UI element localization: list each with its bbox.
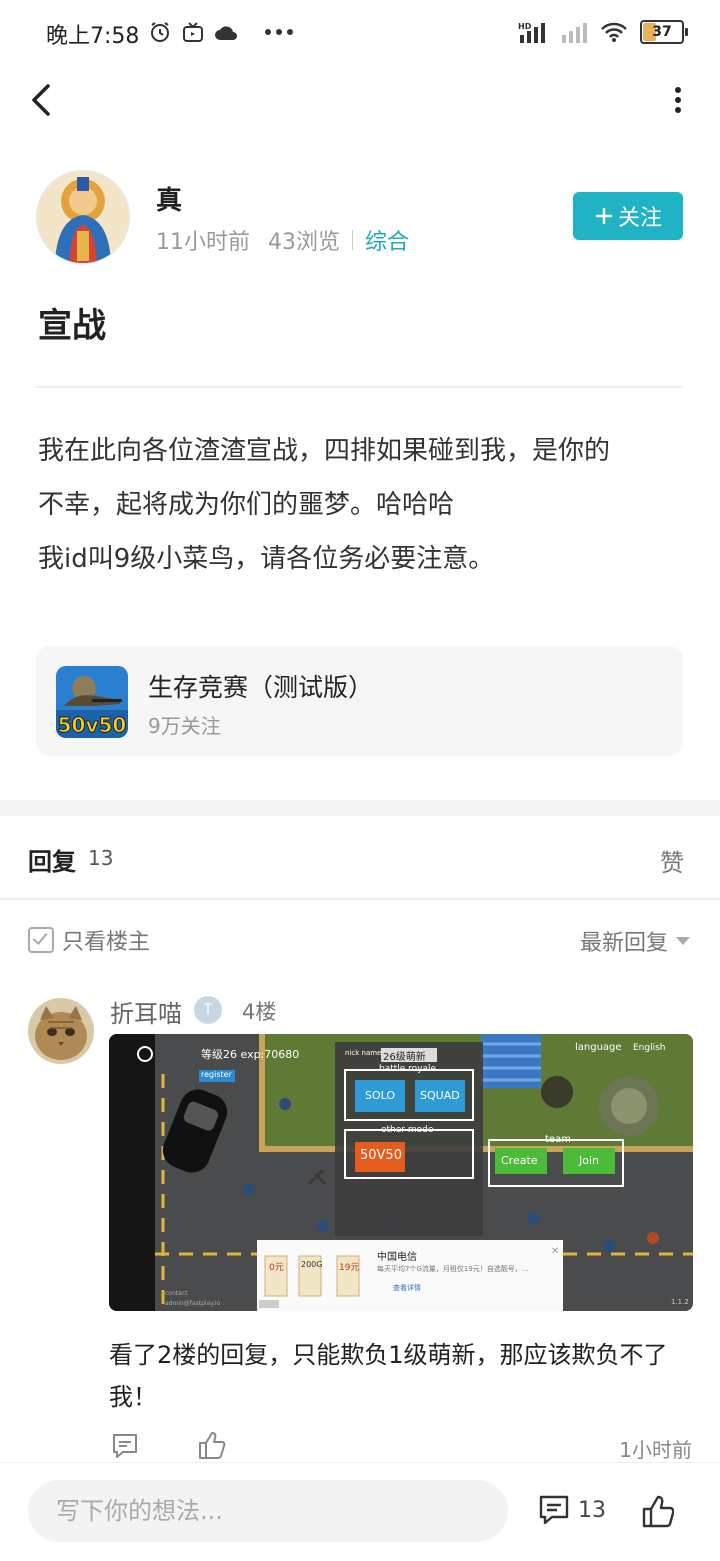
forum-icon: 50v50	[56, 666, 128, 738]
reply-text: 看了2楼的回复，只能欺负1级萌新，那应该欺负不了我！	[109, 1341, 668, 1411]
back-arrow-icon[interactable]	[24, 80, 60, 120]
reply-image[interactable]: 等级26 exp:70680 register nick name 26级萌新 …	[109, 1034, 693, 1311]
comments-button[interactable]: 13	[538, 1494, 606, 1526]
follow-label: 关注	[617, 206, 662, 231]
ad-card-2: 200G	[301, 1260, 323, 1269]
comment-input[interactable]: 写下你的想法...	[28, 1480, 508, 1542]
checkbox-icon[interactable]	[28, 927, 54, 953]
game-nick-label: nick name	[345, 1049, 382, 1057]
status-right: HD 37	[518, 20, 688, 44]
game-language: language	[575, 1042, 622, 1053]
divider	[36, 386, 683, 388]
post-body: 我在此向各位渣渣宣战，四排如果碰到我，是你的 不幸，起将成为你们的噩梦。哈哈哈 …	[38, 424, 688, 586]
game-nick-value: 26级萌新	[383, 1052, 426, 1063]
post-body-line: 不幸，起将成为你们的噩梦。哈哈哈	[38, 490, 455, 520]
post-time: 11小时前	[156, 230, 250, 255]
reply-like-icon[interactable]	[198, 1430, 226, 1460]
comments-count: 13	[578, 1497, 606, 1523]
dropdown-arrow-icon	[676, 937, 690, 945]
game-solo: SOLO	[365, 1089, 396, 1102]
comment-icon	[539, 1495, 569, 1525]
meta-separator	[352, 230, 353, 250]
ad-close-icon[interactable]: ✕	[551, 1246, 559, 1257]
more-vertical-icon[interactable]	[672, 84, 684, 116]
ad-link[interactable]: 查看详情	[393, 1283, 421, 1293]
game-team: team	[545, 1134, 571, 1145]
wifi-icon	[601, 22, 627, 42]
likes-tab[interactable]: 赞	[660, 843, 684, 878]
svg-text:HD: HD	[518, 22, 532, 31]
ad-card-3: 19元	[339, 1263, 360, 1273]
signal-hd-icon: HD	[518, 22, 545, 43]
forum-followers: 9万关注	[148, 714, 221, 738]
sort-dropdown[interactable]: 最新回复	[580, 925, 690, 957]
reply-avatar[interactable]	[28, 998, 94, 1064]
section-gap	[0, 800, 720, 816]
status-time: 晚上7:58	[46, 24, 140, 49]
reply-floor: 4楼	[242, 1000, 277, 1024]
divider	[0, 898, 720, 900]
battery-icon: 37	[640, 20, 688, 44]
game-level: 等级26 exp:70680	[201, 1048, 300, 1061]
only-op-filter[interactable]: 只看楼主	[28, 924, 150, 956]
game-battle-royale: battle royale	[379, 1064, 437, 1074]
reply-username[interactable]: 折耳喵	[110, 994, 182, 1029]
reply-comment-icon[interactable]	[111, 1432, 139, 1460]
game-join: Join	[579, 1154, 600, 1167]
game-version: 1.1.2	[671, 1298, 689, 1306]
tv-icon	[183, 22, 203, 42]
game-language-value: English	[633, 1043, 666, 1053]
game-50v50: 50V50	[360, 1148, 402, 1163]
ad-title: 中国电信	[377, 1252, 417, 1263]
more-dots-icon	[265, 29, 293, 35]
ad-card-1: 0元	[269, 1263, 284, 1273]
cloud-icon	[215, 26, 237, 40]
post-category[interactable]: 综合	[365, 224, 409, 256]
forum-name[interactable]: 生存竞赛（测试版）	[148, 668, 373, 704]
game-other-mode: other mode	[381, 1125, 434, 1135]
like-icon[interactable]	[642, 1494, 674, 1528]
post-title: 宣战	[38, 306, 106, 346]
post-body-line: 我在此向各位渣渣宣战，四排如果碰到我，是你的	[38, 436, 611, 466]
post-body-line: 我id叫9级小菜鸟，请各位务必要注意。	[38, 544, 495, 574]
follow-button[interactable]: 关注	[573, 192, 683, 240]
replies-count: 13	[88, 846, 114, 870]
author-name[interactable]: 真	[156, 180, 182, 217]
reply-time: 1小时前	[619, 1438, 692, 1462]
plus-icon	[595, 208, 612, 224]
game-squad: SQUAD	[420, 1089, 460, 1102]
alarm-icon	[151, 22, 169, 42]
sort-label: 最新回复	[579, 931, 668, 956]
user-level-badge: T	[194, 996, 222, 1024]
game-create: Create	[501, 1154, 538, 1167]
game-email: admin@fastplay.io	[165, 1300, 221, 1307]
post-meta: 11小时前 43浏览 综合	[156, 224, 409, 256]
signal-weak-icon	[562, 23, 587, 43]
only-op-label: 只看楼主	[62, 930, 151, 955]
replies-tab[interactable]: 回复	[28, 842, 76, 877]
post-views: 43浏览	[268, 230, 340, 255]
game-register: register	[201, 1070, 232, 1079]
status-icons	[148, 20, 294, 44]
author-avatar[interactable]	[36, 170, 130, 264]
ad-description: 每天平均7个G流量，月租仅19元！自选靓号，...	[377, 1265, 529, 1273]
svg-text:50v50: 50v50	[58, 713, 127, 737]
game-contact: contact	[165, 1290, 188, 1297]
